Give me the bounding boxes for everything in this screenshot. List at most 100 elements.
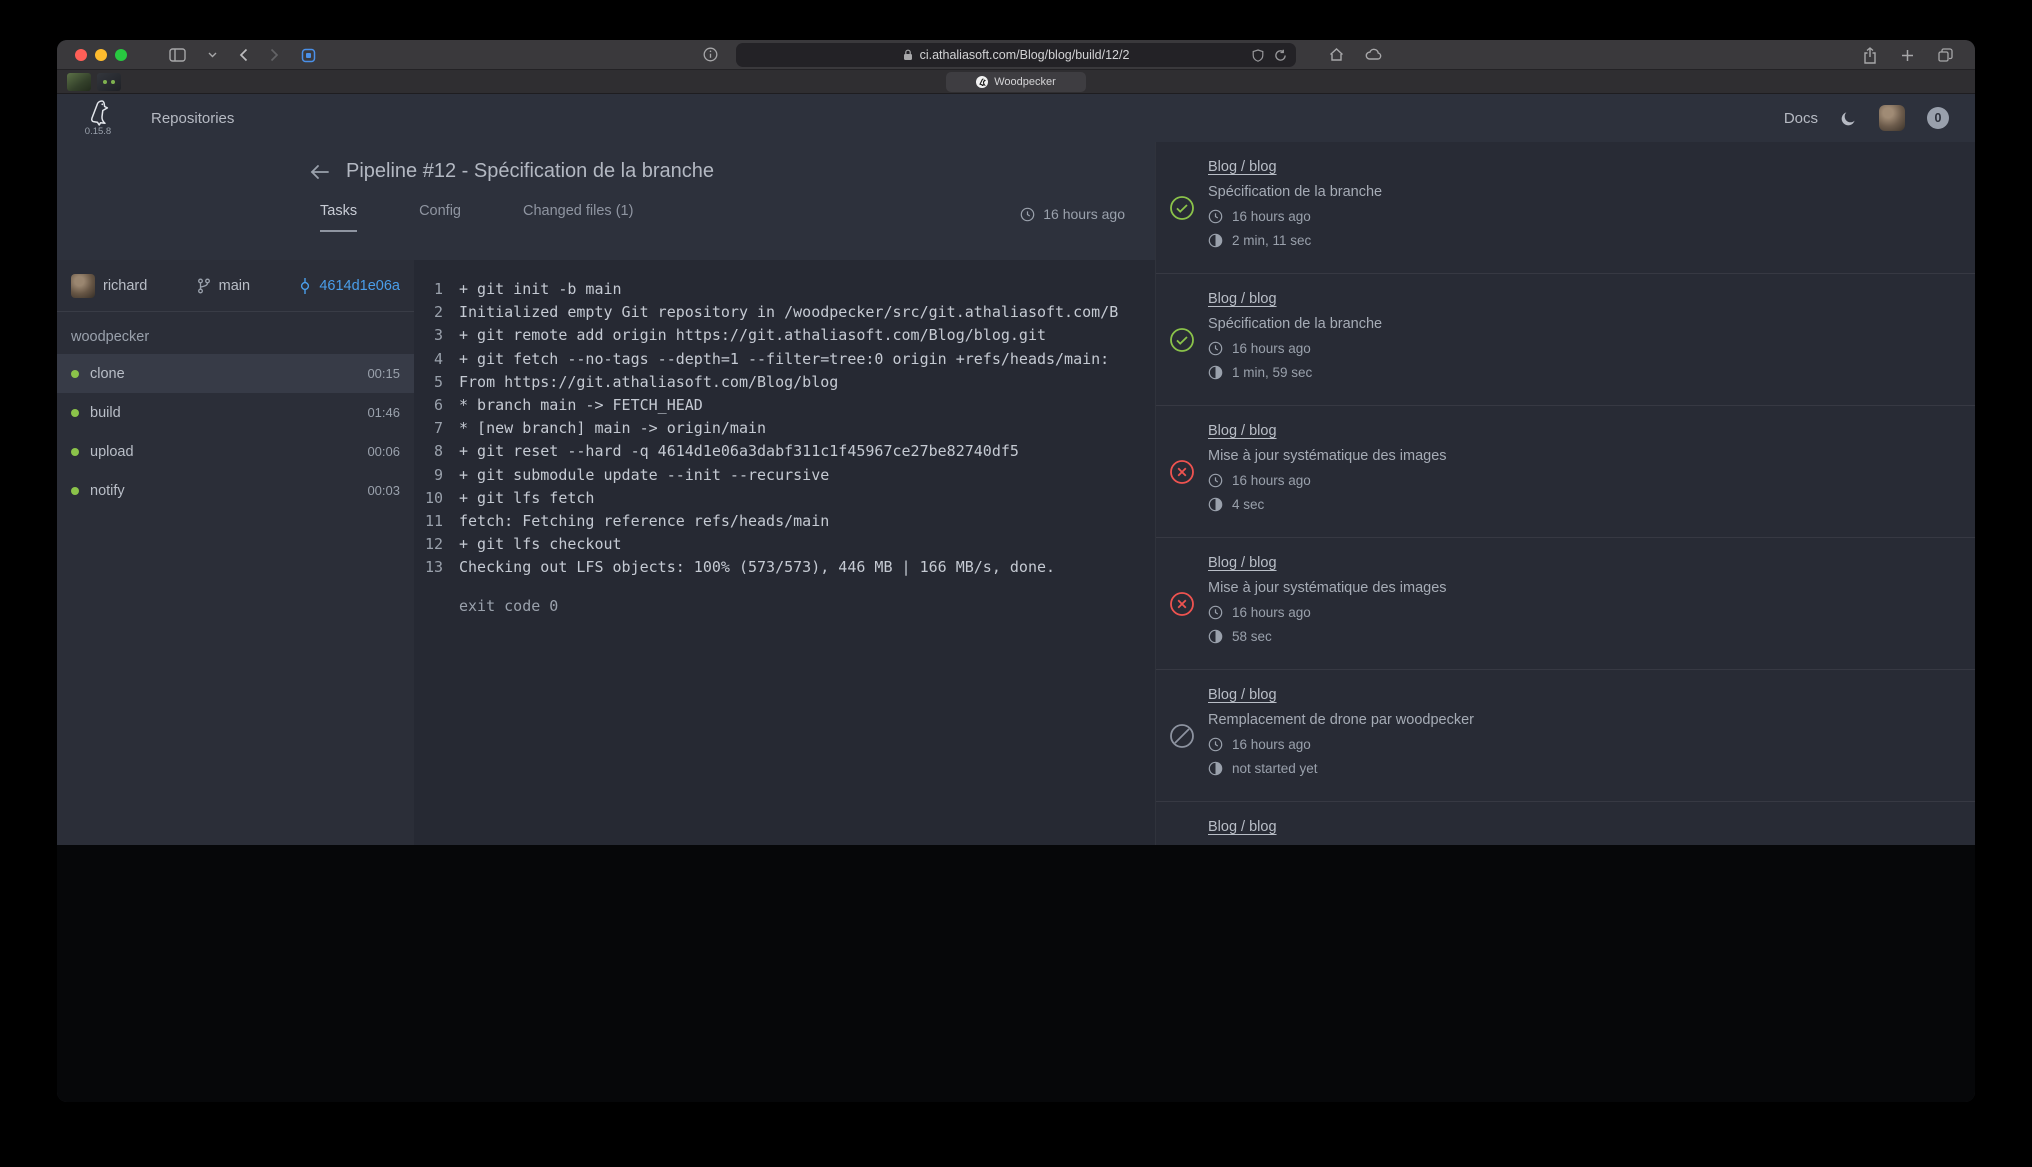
pipeline-title-row: Pipeline #12 - Spécification de la branc…: [310, 142, 1155, 183]
minimize-window-button[interactable]: [95, 49, 107, 61]
sidebar-toggle-icon[interactable]: [169, 48, 186, 62]
log-line: 5 From https://git.athaliasoft.com/Blog/…: [414, 371, 1155, 394]
clock-icon: [1208, 341, 1223, 356]
step-status-dot: [71, 370, 79, 378]
address-bar[interactable]: ci.athaliasoft.com/Blog/blog/build/12/2: [736, 43, 1296, 67]
log-line: 10 + git lfs fetch: [414, 487, 1155, 510]
build-duration-label: not started yet: [1232, 761, 1318, 776]
build-repo-link[interactable]: Blog / blog: [1208, 159, 1277, 175]
log-line-text: + git submodule update --init --recursiv…: [459, 464, 829, 487]
home-icon[interactable]: [1329, 47, 1344, 62]
pipeline-step[interactable]: upload 00:06: [57, 432, 414, 471]
tab-overview-icon[interactable]: [1938, 48, 1953, 62]
commit-meta-row: richard main 4614d1e06a: [57, 260, 414, 312]
duration-icon: [1208, 629, 1223, 644]
step-status-dot: [71, 487, 79, 495]
build-list-item[interactable]: Blog / blog Spécification de la branche …: [1156, 142, 1975, 274]
forward-icon[interactable]: [270, 48, 279, 62]
new-tab-icon[interactable]: [1901, 49, 1914, 62]
pipeline-tab[interactable]: Config: [419, 203, 461, 232]
log-line-text: + git init -b main: [459, 278, 622, 301]
build-duration: 1 min, 59 sec: [1208, 365, 1951, 380]
log-output[interactable]: 1 + git init -b main 2 Initialized empty…: [414, 260, 1155, 845]
build-time-label: 16 hours ago: [1232, 341, 1311, 356]
step-duration: 00:15: [367, 366, 400, 381]
log-line-text: fetch: Fetching reference refs/heads/mai…: [459, 510, 829, 533]
log-line: 8 + git reset --hard -q 4614d1e06a3dabf3…: [414, 440, 1155, 463]
log-lines: 1 + git init -b main 2 Initialized empty…: [414, 278, 1155, 580]
nav-repositories-link[interactable]: Repositories: [151, 110, 234, 127]
build-count-badge[interactable]: 0: [1927, 107, 1949, 129]
back-arrow-icon[interactable]: [310, 164, 330, 180]
commit-link[interactable]: 4614d1e06a: [299, 278, 400, 294]
build-repo-link[interactable]: Blog / blog: [1208, 819, 1277, 835]
active-tab[interactable]: Woodpecker: [946, 72, 1086, 92]
info-icon[interactable]: [703, 47, 718, 62]
author: richard: [71, 274, 147, 298]
build-details: Blog / blog Remplacement de drone par wo…: [1208, 816, 1951, 845]
reload-icon[interactable]: [1274, 49, 1287, 62]
log-line-text: + git reset --hard -q 4614d1e06a3dabf311…: [459, 440, 1019, 463]
tab-label: Changed files (1): [523, 203, 633, 219]
moon-icon[interactable]: [1840, 110, 1857, 127]
user-avatar[interactable]: [1879, 105, 1905, 131]
build-repo-link[interactable]: Blog / blog: [1208, 687, 1277, 703]
woodpecker-app: 0.15.8 Repositories Docs 0: [57, 94, 1975, 845]
log-line-number: 1: [414, 278, 459, 301]
build-list-item[interactable]: Blog / blog Remplacement de drone par wo…: [1156, 802, 1975, 845]
pipeline-tab[interactable]: Changed files (1): [523, 203, 633, 232]
toolbar-nav-buttons: [169, 40, 316, 70]
build-list-item[interactable]: Blog / blog Spécification de la branche …: [1156, 274, 1975, 406]
log-line-number: 7: [414, 417, 459, 440]
build-repo-link[interactable]: Blog / blog: [1208, 423, 1277, 439]
status-success-icon: [1169, 327, 1195, 353]
close-window-button[interactable]: [75, 49, 87, 61]
woodpecker-logo[interactable]: 0.15.8: [83, 99, 113, 137]
log-line-number: 3: [414, 324, 459, 347]
status-failure-icon: [1169, 591, 1195, 617]
share-icon[interactable]: [1863, 47, 1877, 64]
back-icon[interactable]: [239, 48, 248, 62]
build-list-item[interactable]: Blog / blog Remplacement de drone par wo…: [1156, 670, 1975, 802]
build-time: 16 hours ago: [1208, 341, 1951, 356]
clock-icon: [1208, 605, 1223, 620]
chevron-down-icon[interactable]: [208, 52, 217, 58]
build-time: 16 hours ago: [1208, 209, 1951, 224]
build-repo-link[interactable]: Blog / blog: [1208, 555, 1277, 571]
log-line-text: + git remote add origin https://git.atha…: [459, 324, 1046, 347]
pipeline-step[interactable]: notify 00:03: [57, 471, 414, 510]
pipeline-step[interactable]: clone 00:15: [57, 354, 414, 393]
build-time-label: 16 hours ago: [1232, 737, 1311, 752]
lock-icon: [903, 49, 913, 61]
pinned-tab[interactable]: [97, 73, 121, 91]
woodpecker-bird-icon: [83, 99, 113, 127]
build-duration: 58 sec: [1208, 629, 1951, 644]
cloud-icon[interactable]: [1365, 48, 1382, 60]
content-blocker-icon[interactable]: [1252, 49, 1264, 62]
tab-title: Woodpecker: [994, 76, 1056, 88]
step-status-dot: [71, 409, 79, 417]
builds-sidebar[interactable]: Blog / blog Spécification de la branche …: [1155, 142, 1975, 845]
pipeline-tab[interactable]: Tasks: [320, 203, 357, 232]
nav-docs-link[interactable]: Docs: [1784, 110, 1818, 127]
log-line: 11 fetch: Fetching reference refs/heads/…: [414, 510, 1155, 533]
build-list-item[interactable]: Blog / blog Mise à jour systématique des…: [1156, 406, 1975, 538]
pinned-tab[interactable]: [67, 73, 91, 91]
log-line-number: 4: [414, 348, 459, 371]
log-line-text: + git lfs checkout: [459, 533, 622, 556]
pipeline-step[interactable]: build 01:46: [57, 393, 414, 432]
log-line: 3 + git remote add origin https://git.at…: [414, 324, 1155, 347]
start-page-icon[interactable]: [301, 48, 316, 63]
build-list-item[interactable]: Blog / blog Mise à jour systématique des…: [1156, 538, 1975, 670]
build-status: [1156, 684, 1208, 787]
commit-sha: 4614d1e06a: [319, 278, 400, 294]
git-commit-icon: [299, 278, 311, 294]
safari-tab-bar: Woodpecker: [57, 70, 1975, 94]
build-repo-link[interactable]: Blog / blog: [1208, 291, 1277, 307]
log-line-text: Checking out LFS objects: 100% (573/573)…: [459, 556, 1055, 579]
build-time: 16 hours ago: [1208, 737, 1951, 752]
log-line-text: * branch main -> FETCH_HEAD: [459, 394, 703, 417]
pipeline-header: Pipeline #12 - Spécification de la branc…: [57, 142, 1155, 260]
zoom-window-button[interactable]: [115, 49, 127, 61]
step-duration: 00:03: [367, 483, 400, 498]
